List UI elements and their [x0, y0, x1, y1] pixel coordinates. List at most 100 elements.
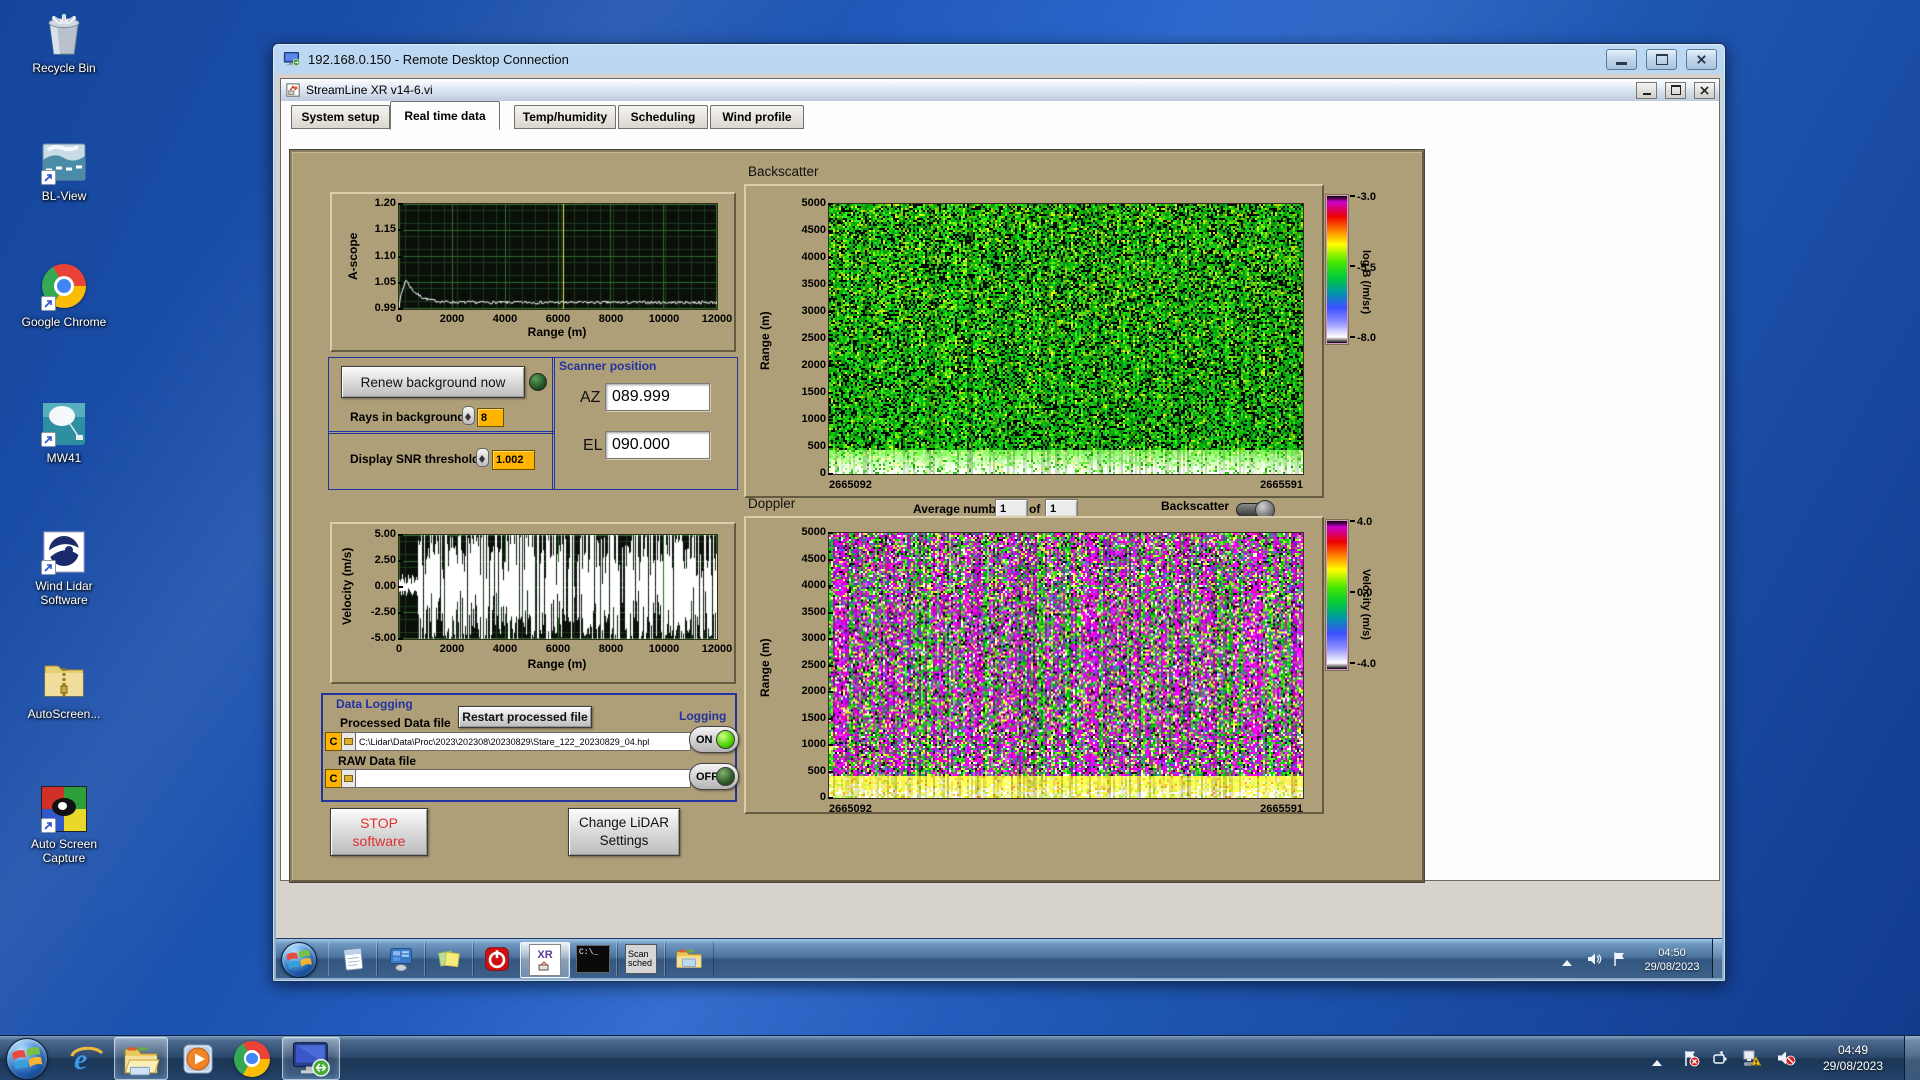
- chrome-icon: [40, 264, 88, 312]
- show-desktop-button[interactable]: [1904, 1036, 1920, 1080]
- backscatter-heatmap: Range (m) 5000 4500 4000 3500 3000 2500 2000 15…: [744, 184, 1324, 498]
- raw-logging-off-button[interactable]: OFF: [689, 763, 739, 790]
- raw-browse-button[interactable]: [341, 769, 356, 788]
- backscatter-heatmap-canvas: [828, 203, 1304, 475]
- snr-spinner[interactable]: [476, 448, 489, 467]
- restart-processed-button[interactable]: Restart processed file: [458, 706, 592, 728]
- remote-tray-expand-icon[interactable]: [1562, 955, 1572, 966]
- start-button[interactable]: [6, 1038, 48, 1080]
- scanner-position-groupbox: [552, 357, 738, 490]
- rays-spinner[interactable]: [462, 406, 475, 425]
- tick-label: 1000: [746, 413, 834, 425]
- desktop-icon-auto-screen-capture[interactable]: Auto Screen Capture: [10, 784, 118, 866]
- taskbar-media-player[interactable]: [172, 1037, 224, 1080]
- remote-desktop: StreamLine XR v14-6.vi System setup Real…: [276, 74, 1722, 978]
- remote-taskbar: XR C:\_ Scan sched 04:50 29/08/2023: [276, 938, 1722, 978]
- maximize-button[interactable]: [1646, 48, 1677, 70]
- a-scope-plot-canvas: [398, 203, 718, 310]
- tick-label: -5.5: [1350, 262, 1376, 274]
- taskbar-windows-explorer[interactable]: [114, 1037, 168, 1080]
- desktop-icon-google-chrome[interactable]: Google Chrome: [10, 262, 118, 329]
- rays-value[interactable]: 8: [477, 408, 504, 427]
- remote-show-desktop-button[interactable]: [1712, 939, 1722, 978]
- remote-taskbar-notepad[interactable]: [328, 942, 378, 976]
- app-titlebar[interactable]: StreamLine XR v14-6.vi: [281, 79, 1719, 102]
- tick-label: 4000: [492, 313, 518, 325]
- processed-browse-button[interactable]: [341, 732, 356, 751]
- taskbar-remote-desktop[interactable]: [282, 1037, 340, 1080]
- processed-path-field[interactable]: C:\Lidar\Data\Proc\2023\202308\20230829\…: [355, 732, 691, 751]
- tab-wind-profile[interactable]: Wind profile: [710, 105, 804, 129]
- snr-value[interactable]: 1.002: [492, 450, 535, 470]
- tray-volume-muted-icon[interactable]: [1776, 1049, 1796, 1072]
- tick-label: 2000: [439, 313, 465, 325]
- tick-label: 3000: [746, 305, 834, 317]
- tick-label: 4000: [746, 251, 834, 263]
- tab-scheduling[interactable]: Scheduling: [618, 105, 708, 129]
- average-of-label: of: [1029, 502, 1041, 516]
- logging-label: Logging: [679, 709, 727, 723]
- remote-taskbar-streamline-xr[interactable]: XR: [520, 942, 570, 978]
- tick-label: 0: [746, 791, 834, 803]
- desktop-icon-wind-lidar[interactable]: Wind Lidar Software: [10, 528, 118, 608]
- app-close-button[interactable]: [1694, 81, 1715, 99]
- snr-label: Display SNR threshold: [350, 452, 480, 466]
- close-button[interactable]: [1686, 48, 1717, 70]
- desktop-icon-recycle-bin[interactable]: Recycle Bin: [10, 10, 118, 75]
- remote-taskbar-sticky-notes[interactable]: [424, 942, 474, 976]
- backscatter-toggle[interactable]: [1236, 500, 1275, 520]
- tray-power-icon[interactable]: [1712, 1050, 1730, 1073]
- clock[interactable]: 04:49 29/08/2023: [1806, 1043, 1900, 1074]
- remote-taskbar-system-panel[interactable]: [376, 942, 426, 976]
- raw-drive-box: C: [325, 769, 342, 788]
- tray-expand-icon[interactable]: [1652, 1055, 1662, 1066]
- remote-clock[interactable]: 04:50 29/08/2023: [1634, 946, 1710, 975]
- stop-software-button[interactable]: STOP software: [330, 808, 428, 856]
- rdp-titlebar[interactable]: 192.168.0.150 - Remote Desktop Connectio…: [273, 44, 1725, 74]
- processed-file-label: Processed Data file: [340, 716, 451, 730]
- desktop-icon-label: AutoScreen...: [27, 707, 101, 721]
- tab-real-time-data[interactable]: Real time data: [390, 101, 500, 130]
- change-lidar-settings-button[interactable]: Change LiDAR Settings: [568, 808, 680, 856]
- tray-action-center-icon[interactable]: [1682, 1049, 1700, 1072]
- remote-tray-volume-icon[interactable]: [1586, 951, 1602, 972]
- remote-taskbar-stop-power[interactable]: [472, 942, 522, 976]
- tray-network-icon[interactable]: [1742, 1049, 1762, 1072]
- renew-background-button[interactable]: Renew background now: [341, 366, 525, 398]
- tick-label: 2000: [439, 643, 465, 655]
- backscatter-title: Backscatter: [748, 164, 819, 179]
- remote-taskbar-folder[interactable]: [664, 942, 714, 976]
- remote-tray-flag-icon[interactable]: [1612, 951, 1628, 972]
- tick-label: 5000: [746, 526, 834, 538]
- taskbar-internet-explorer[interactable]: e: [60, 1037, 112, 1080]
- raw-path-field[interactable]: [355, 769, 691, 788]
- minimize-button[interactable]: [1606, 48, 1637, 70]
- desktop-icon-autoscreen-zip[interactable]: AutoScreen...: [10, 656, 118, 721]
- velocity-plot: Velocity (m/s) Range (m) 5.00 2.50 0.00 -2.…: [330, 522, 736, 684]
- tab-temp-humidity[interactable]: Temp/humidity: [514, 105, 616, 129]
- a-scope-xlabel: Range (m): [527, 325, 587, 339]
- taskbar-chrome[interactable]: [226, 1037, 278, 1080]
- on-led: [716, 730, 735, 749]
- processed-logging-on-button[interactable]: ON: [689, 726, 739, 753]
- desktop-icon-mw41[interactable]: MW41: [10, 400, 118, 465]
- tab-system-setup[interactable]: System setup: [291, 105, 390, 129]
- backscatter-toggle-label: Backscatter: [1161, 499, 1230, 513]
- off-led: [716, 767, 735, 786]
- tick-label: 2.50: [332, 554, 404, 566]
- average-number-label: Average number: [913, 502, 1008, 516]
- tick-label: 2665591: [1260, 803, 1303, 815]
- tick-label: 1000: [746, 738, 834, 750]
- app-minimize-button[interactable]: [1636, 81, 1657, 99]
- app-restore-button[interactable]: [1665, 81, 1686, 99]
- bl-view-icon: [40, 138, 88, 186]
- backscatter-colorbar: [1326, 195, 1348, 344]
- raw-file-label: RAW Data file: [338, 754, 417, 768]
- desktop-icon-bl-view[interactable]: BL-View: [10, 138, 118, 203]
- tick-label: 0.0: [1350, 587, 1372, 599]
- remote-taskbar-command-prompt[interactable]: C:\_: [568, 942, 618, 976]
- tick-label: 0: [395, 313, 403, 325]
- remote-start-button[interactable]: [281, 942, 317, 978]
- remote-taskbar-scan-scheduler[interactable]: Scan sched: [616, 942, 666, 976]
- processed-drive-box: C: [325, 732, 342, 751]
